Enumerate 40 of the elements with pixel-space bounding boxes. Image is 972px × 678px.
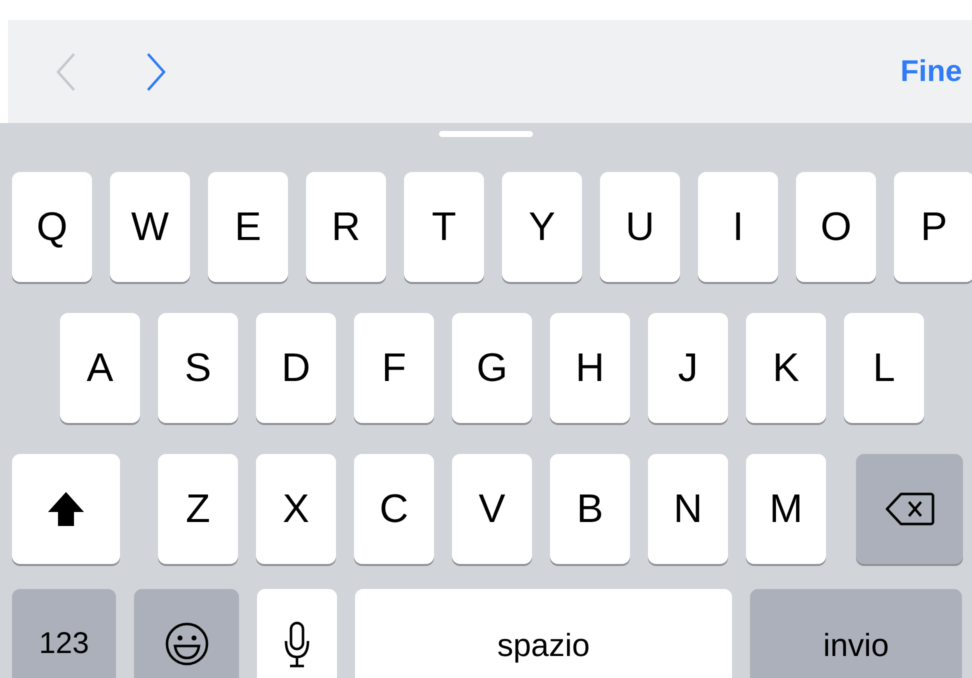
letter-key[interactable]: G bbox=[452, 313, 532, 423]
letter-key[interactable]: X bbox=[256, 454, 336, 564]
numbers-key[interactable]: 123 bbox=[12, 589, 116, 678]
letter-key[interactable]: V bbox=[452, 454, 532, 564]
letter-key[interactable]: U bbox=[600, 172, 680, 282]
letter-key[interactable]: O bbox=[796, 172, 876, 282]
letter-key[interactable]: W bbox=[110, 172, 190, 282]
shift-arrow-icon bbox=[46, 490, 86, 528]
letter-key[interactable]: M bbox=[746, 454, 826, 564]
letter-key[interactable]: S bbox=[158, 313, 238, 423]
letter-key[interactable]: E bbox=[208, 172, 288, 282]
chevron-right-icon bbox=[145, 52, 167, 92]
backspace-key[interactable] bbox=[856, 454, 963, 564]
letter-key[interactable]: K bbox=[746, 313, 826, 423]
letter-key[interactable]: Z bbox=[158, 454, 238, 564]
emoji-key[interactable] bbox=[134, 589, 239, 678]
letter-key[interactable]: D bbox=[256, 313, 336, 423]
microphone-icon bbox=[284, 621, 310, 669]
backspace-icon bbox=[884, 492, 934, 526]
drag-handle[interactable] bbox=[439, 131, 533, 137]
shift-key[interactable] bbox=[12, 454, 120, 564]
letter-key[interactable]: I bbox=[698, 172, 778, 282]
space-key[interactable]: spazio bbox=[355, 589, 732, 678]
smiley-icon bbox=[164, 621, 210, 667]
letter-key[interactable]: A bbox=[60, 313, 140, 423]
letter-key[interactable]: H bbox=[550, 313, 630, 423]
letter-key[interactable]: R bbox=[306, 172, 386, 282]
letter-key[interactable]: Y bbox=[502, 172, 582, 282]
letter-key[interactable]: N bbox=[648, 454, 728, 564]
letter-key[interactable]: Q bbox=[12, 172, 92, 282]
chevron-left-icon bbox=[55, 52, 77, 92]
letter-key[interactable]: F bbox=[354, 313, 434, 423]
microphone-key[interactable] bbox=[257, 589, 337, 678]
letter-key[interactable]: J bbox=[648, 313, 728, 423]
letter-key[interactable]: P bbox=[894, 172, 972, 282]
letter-key[interactable]: C bbox=[354, 454, 434, 564]
letter-key[interactable]: L bbox=[844, 313, 924, 423]
return-key[interactable]: invio bbox=[750, 589, 962, 678]
letter-key[interactable]: B bbox=[550, 454, 630, 564]
letter-key[interactable]: T bbox=[404, 172, 484, 282]
